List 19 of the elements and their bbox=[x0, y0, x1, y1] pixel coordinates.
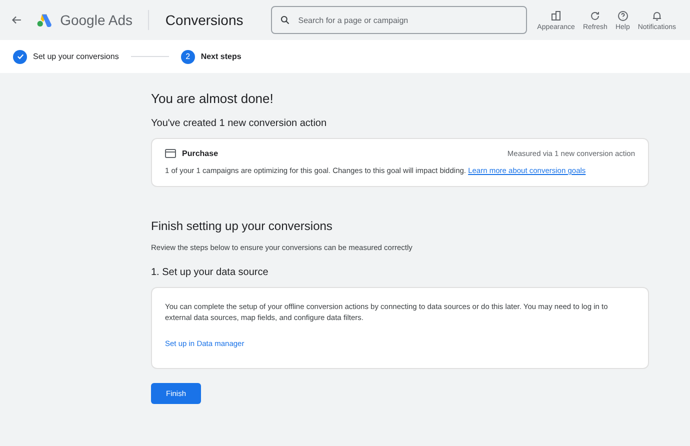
search-field[interactable]: Search for a page or campaign bbox=[271, 6, 528, 34]
section-heading: Finish setting up your conversions bbox=[151, 219, 334, 234]
heading: You are almost done! bbox=[151, 91, 274, 106]
logo-icon bbox=[37, 13, 52, 27]
product-name: Google Ads bbox=[60, 12, 132, 28]
page-title: Conversions bbox=[165, 12, 244, 28]
step-heading: 1. Set up your data source bbox=[151, 267, 270, 278]
subheading: You've created 1 new conversion action bbox=[151, 118, 328, 129]
step-label: Next steps bbox=[200, 52, 242, 61]
goal-name: Purchase bbox=[182, 149, 218, 158]
building-icon bbox=[550, 10, 562, 22]
bell-icon bbox=[650, 10, 663, 22]
refresh-icon bbox=[589, 10, 602, 22]
help-icon bbox=[616, 10, 629, 22]
search-input[interactable]: Search for a page or campaign bbox=[296, 14, 518, 26]
step-label: Set up your conversions bbox=[33, 52, 119, 61]
card-icon bbox=[165, 149, 176, 158]
search-icon bbox=[280, 15, 290, 25]
step-number: 2 bbox=[180, 50, 195, 64]
